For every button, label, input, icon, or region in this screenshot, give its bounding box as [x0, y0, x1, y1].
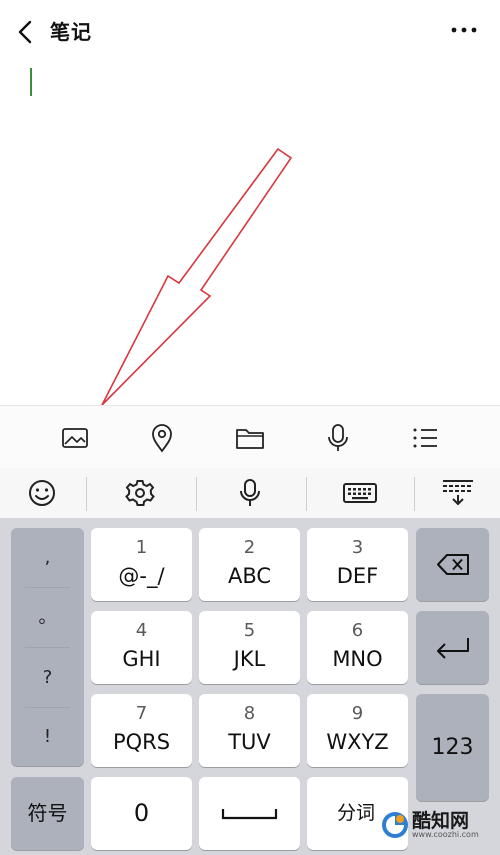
- key-number: 1: [135, 537, 148, 558]
- space-key[interactable]: [199, 777, 300, 850]
- key-number: 3: [351, 537, 364, 558]
- microphone-icon[interactable]: [320, 420, 356, 456]
- key-2[interactable]: 2 ABC: [199, 528, 300, 601]
- ime-divider: [414, 477, 415, 511]
- key-number: 2: [243, 537, 256, 558]
- segment-label: 分词: [337, 802, 376, 824]
- key-number: 4: [135, 620, 148, 641]
- keyboard-icon[interactable]: [343, 477, 377, 509]
- key-letters: TUV: [228, 730, 271, 754]
- key-letters: WXYZ: [326, 730, 389, 754]
- delete-key[interactable]: [416, 528, 489, 601]
- note-editor[interactable]: [0, 62, 500, 404]
- key-number: 8: [243, 703, 256, 724]
- more-options-icon[interactable]: [450, 18, 478, 42]
- location-pin-icon[interactable]: [144, 420, 180, 456]
- key-letters: @-_/: [118, 564, 165, 588]
- ime-divider: [306, 477, 307, 511]
- page-title: 笔记: [50, 20, 92, 44]
- numeric-mode-key[interactable]: 123: [416, 694, 489, 801]
- punct-comma[interactable]: ,: [11, 528, 84, 587]
- image-icon[interactable]: [57, 420, 93, 456]
- settings-icon[interactable]: [123, 477, 157, 509]
- voice-input-icon[interactable]: [233, 477, 267, 509]
- folder-icon[interactable]: [232, 420, 268, 456]
- key-number: 9: [351, 703, 364, 724]
- app-header: 笔记: [0, 0, 500, 62]
- key-number: 6: [351, 620, 364, 641]
- hide-keyboard-icon[interactable]: [441, 477, 475, 509]
- note-toolbar: [0, 405, 500, 469]
- key-number: 5: [243, 620, 256, 641]
- key-letters: ABC: [227, 564, 272, 588]
- key-letters: DEF: [336, 564, 379, 588]
- key-1[interactable]: 1 @-_/: [91, 528, 192, 601]
- ime-divider: [86, 477, 87, 511]
- space-icon: [221, 809, 278, 820]
- numeric-mode-label: 123: [431, 735, 474, 760]
- list-icon[interactable]: [407, 420, 443, 456]
- key-9[interactable]: 9 WXYZ: [307, 694, 408, 767]
- key-letters: GHI: [122, 647, 161, 671]
- key-letters: JKL: [233, 647, 266, 671]
- enter-key[interactable]: [416, 611, 489, 684]
- key-8[interactable]: 8 TUV: [199, 694, 300, 767]
- key-letters: PQRS: [112, 730, 171, 754]
- key-4[interactable]: 4 GHI: [91, 611, 192, 684]
- key-5[interactable]: 5 JKL: [199, 611, 300, 684]
- key-0[interactable]: 0: [91, 777, 192, 850]
- zero-label: 0: [133, 799, 150, 827]
- emoji-icon[interactable]: [25, 477, 59, 509]
- key-number: 7: [135, 703, 148, 724]
- symbol-key[interactable]: 符号: [11, 777, 84, 850]
- return-icon: [437, 638, 469, 659]
- backspace-icon: [437, 554, 469, 575]
- ime-divider: [196, 477, 197, 511]
- t9-keyboard: , 。 ? ! 1 @-_/ 2 ABC 3 DEF 4 GHI 5 JKL 6…: [0, 518, 500, 855]
- punct-exclaim[interactable]: !: [11, 707, 84, 766]
- punct-period[interactable]: 。: [11, 588, 84, 647]
- punctuation-column[interactable]: , 。 ? !: [11, 528, 84, 766]
- key-6[interactable]: 6 MNO: [307, 611, 408, 684]
- ime-toolbar: [0, 468, 500, 519]
- key-7[interactable]: 7 PQRS: [91, 694, 192, 767]
- key-3[interactable]: 3 DEF: [307, 528, 408, 601]
- key-letters: MNO: [332, 647, 383, 671]
- punct-question[interactable]: ?: [11, 648, 84, 707]
- symbol-label: 符号: [27, 801, 68, 825]
- back-arrow-icon[interactable]: [14, 18, 36, 46]
- segment-key[interactable]: 分词: [307, 777, 408, 850]
